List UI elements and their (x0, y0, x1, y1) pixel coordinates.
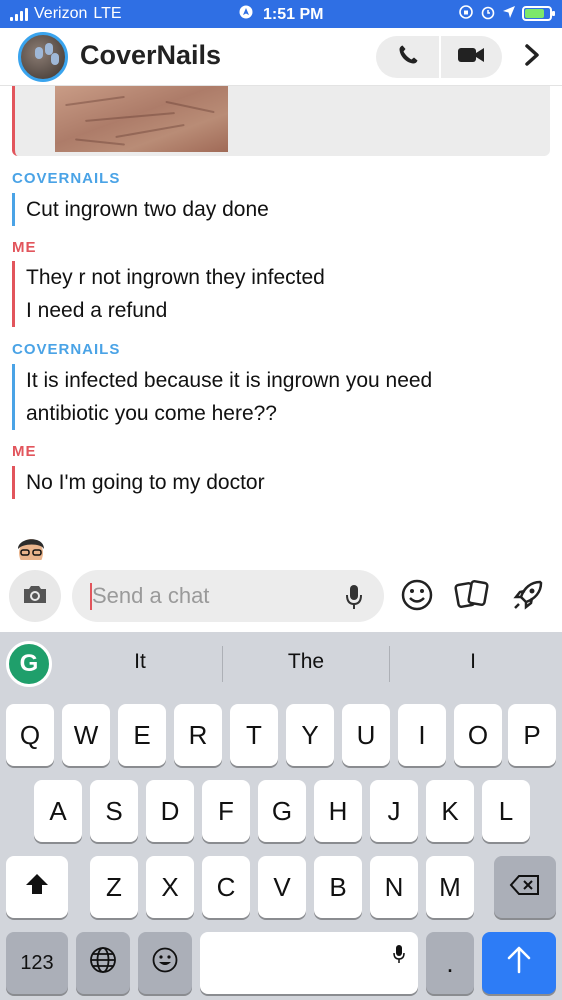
key-u[interactable]: U (342, 704, 390, 766)
shift-icon (24, 872, 50, 903)
microphone-icon[interactable] (344, 583, 364, 616)
video-camera-icon (457, 45, 485, 70)
backspace-icon (509, 872, 541, 903)
key-l[interactable]: L (482, 780, 530, 842)
rocket-icon (511, 578, 545, 617)
status-bar: Verizon LTE 1:51 PM (0, 0, 562, 28)
status-time: 1:51 PM (262, 6, 324, 23)
emoji-icon (151, 946, 179, 981)
key-b[interactable]: B (314, 856, 362, 918)
phone-icon (396, 43, 420, 72)
message-text[interactable]: They r not ingrown they infected I need … (12, 261, 325, 327)
key-w[interactable]: W (62, 704, 110, 766)
sticker-button[interactable] (400, 578, 434, 617)
key-y[interactable]: Y (286, 704, 334, 766)
chat-title[interactable]: CoverNails (80, 40, 221, 71)
message-text[interactable]: It is infected because it is ingrown you… (12, 364, 432, 430)
message-line: I need a refund (26, 299, 168, 322)
chevron-right-icon (524, 43, 540, 72)
key-i[interactable]: I (398, 704, 446, 766)
chat-area[interactable]: COVERNAILS Cut ingrown two day done ME T… (0, 86, 562, 560)
key-f[interactable]: F (202, 780, 250, 842)
suggestion-word[interactable]: The (223, 650, 389, 674)
key-r[interactable]: R (174, 704, 222, 766)
more-button[interactable] (518, 42, 546, 72)
message-text[interactable]: Cut ingrown two day done (12, 193, 269, 226)
period-key[interactable]: . (426, 932, 474, 994)
key-c[interactable]: C (202, 856, 250, 918)
arrow-up-icon (505, 945, 533, 982)
send-key[interactable] (482, 932, 556, 994)
message-line: It is infected because it is ingrown you… (26, 369, 433, 392)
chat-header: CoverNails (0, 28, 562, 86)
numbers-key[interactable]: 123 (6, 932, 68, 994)
battery-fill (525, 9, 545, 18)
sender-label: COVERNAILS (12, 170, 121, 187)
chat-input[interactable]: Send a chat (72, 570, 384, 622)
keyboard: G It The I Q W E R T Y U I O P A S D F G… (0, 632, 562, 1000)
key-n[interactable]: N (370, 856, 418, 918)
cards-icon (454, 578, 490, 617)
status-right (458, 4, 555, 23)
key-q[interactable]: Q (6, 704, 54, 766)
globe-icon (88, 945, 118, 982)
screen-rotation-lock-icon (458, 4, 474, 23)
key-s[interactable]: S (90, 780, 138, 842)
location-arrow-icon (239, 5, 257, 23)
key-p[interactable]: P (508, 704, 556, 766)
cards-button[interactable] (454, 578, 490, 617)
key-a[interactable]: A (34, 780, 82, 842)
shared-photo[interactable] (55, 86, 228, 152)
emoji-key[interactable] (138, 932, 192, 994)
voice-call-button[interactable] (376, 36, 439, 78)
alarm-icon (480, 4, 496, 23)
key-g[interactable]: G (258, 780, 306, 842)
video-call-button[interactable] (439, 36, 502, 78)
avatar[interactable] (18, 32, 68, 82)
camera-button[interactable] (9, 570, 61, 622)
backspace-key[interactable] (494, 856, 556, 918)
space-key[interactable] (200, 932, 418, 994)
composer: Send a chat (0, 560, 562, 632)
sender-label: ME (12, 443, 37, 460)
key-j[interactable]: J (370, 780, 418, 842)
message-text[interactable]: No I'm going to my doctor (12, 466, 265, 499)
chat-input-placeholder: Send a chat (92, 583, 210, 608)
dictation-icon[interactable] (392, 940, 406, 971)
key-h[interactable]: H (314, 780, 362, 842)
suggestion-word[interactable]: It (58, 650, 222, 674)
smiley-icon (400, 578, 434, 617)
key-z[interactable]: Z (90, 856, 138, 918)
games-button[interactable] (511, 580, 545, 614)
grammarly-icon[interactable]: G (6, 641, 52, 687)
call-buttons-group (376, 36, 502, 78)
key-x[interactable]: X (146, 856, 194, 918)
globe-key[interactable] (76, 932, 130, 994)
message-line: antibiotic you come here?? (26, 402, 277, 425)
key-d[interactable]: D (146, 780, 194, 842)
key-m[interactable]: M (426, 856, 474, 918)
suggestion-bar: G It The I (0, 632, 562, 696)
key-v[interactable]: V (258, 856, 306, 918)
key-e[interactable]: E (118, 704, 166, 766)
sender-label: COVERNAILS (12, 341, 121, 358)
camera-icon (21, 582, 49, 611)
battery-charging-icon (522, 6, 555, 21)
key-k[interactable]: K (426, 780, 474, 842)
shift-key[interactable] (6, 856, 68, 918)
key-o[interactable]: O (454, 704, 502, 766)
message-line: They r not ingrown they infected (26, 266, 325, 289)
location-icon (502, 5, 516, 22)
sender-label: ME (12, 239, 37, 256)
bitmoji-avatar[interactable] (9, 531, 53, 560)
key-t[interactable]: T (230, 704, 278, 766)
suggestion-word[interactable]: I (390, 650, 556, 674)
shared-photo-card[interactable] (12, 86, 550, 156)
